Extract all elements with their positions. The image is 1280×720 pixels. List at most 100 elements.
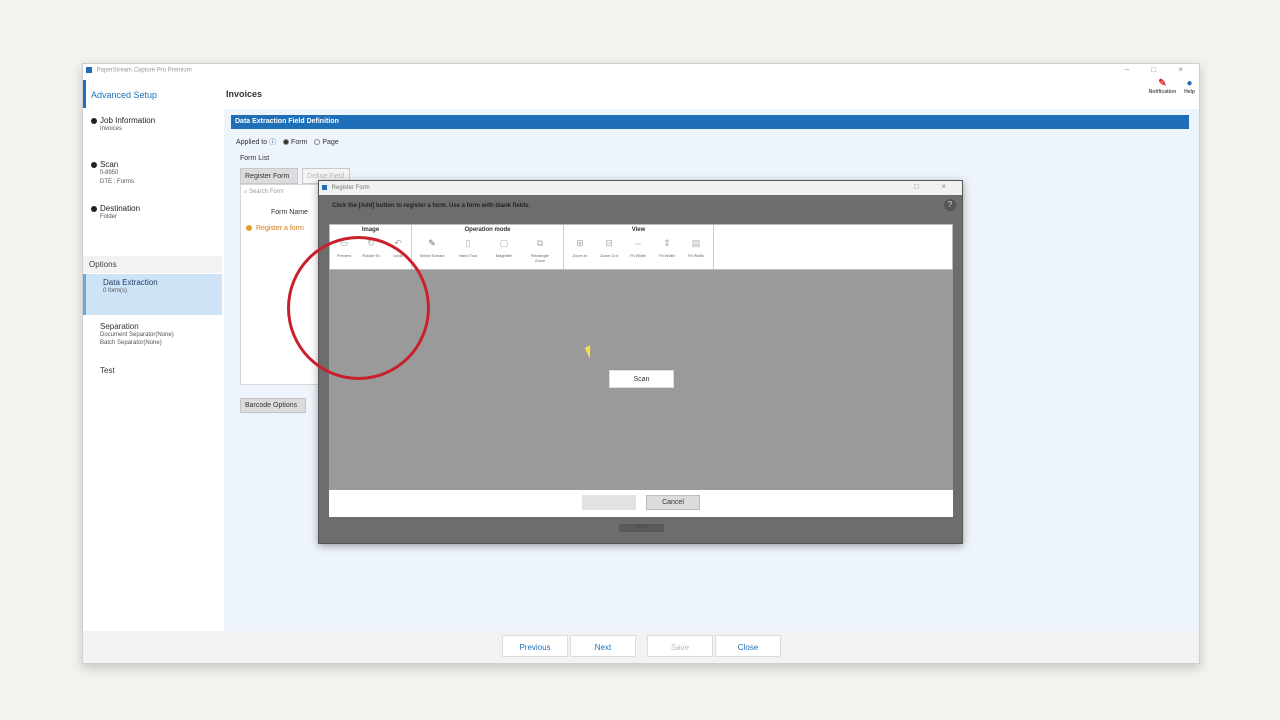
zoom-in-icon: ⊞ xyxy=(576,238,584,248)
register-form-dialog: Register Form □ × Click the [Add] button… xyxy=(318,180,963,544)
close-button[interactable]: Close xyxy=(715,635,781,657)
notification-icon: ✎ xyxy=(1158,78,1167,89)
step-dot-icon xyxy=(91,205,97,212)
option-sub: Batch Separator(None) xyxy=(100,340,162,346)
zoom-out-icon: ⊟ xyxy=(605,238,613,248)
hand-icon: ▯ xyxy=(465,238,471,248)
magnifier-button[interactable]: ▢ Magnifier xyxy=(490,238,518,258)
step-dot-icon xyxy=(91,161,97,168)
zoom-in-button[interactable]: ⊞ Zoom In xyxy=(566,238,594,258)
step-label: Scan xyxy=(100,160,119,169)
ribbon-toolbar: Image ▭ Preview ↻ Rotate 90 ↶ Undo Operatio… xyxy=(329,224,953,270)
dialog-instruction: Click the [Add] button to register a for… xyxy=(332,203,531,209)
applied-to-row: Applied to ⓘ Form Page xyxy=(236,137,339,147)
fit-width-button-2[interactable]: ⇕ Fit Width xyxy=(653,238,681,258)
step-sub: Folder xyxy=(100,214,118,220)
sidebar: Advanced Setup Job Information Invoices … xyxy=(83,76,222,631)
search-form-input[interactable]: ⌕ Search Form xyxy=(244,189,284,196)
step-scan[interactable]: Scan fi-8950 DTE : Forms xyxy=(91,160,134,187)
group-title-operation: Operation mode xyxy=(464,227,511,233)
option-label: Separation xyxy=(100,322,139,331)
sidebar-header[interactable]: Advanced Setup xyxy=(83,80,222,108)
dialog-window-controls[interactable]: □ × xyxy=(914,182,956,191)
applied-to-label: Applied to xyxy=(236,139,268,146)
select-icon: ✎ xyxy=(428,238,436,248)
ribbon-label: Hand Tool xyxy=(459,253,477,258)
step-label: Job Information xyxy=(100,116,156,125)
page-title: Invoices ✎ Notification ● Help xyxy=(224,76,1199,109)
dialog-title-bar: Register Form □ × xyxy=(319,181,962,195)
ribbon-label: Rectangle Zoom xyxy=(530,253,549,263)
step-dot-icon xyxy=(91,117,97,124)
step-job-information[interactable]: Job Information Invoices xyxy=(91,116,155,134)
radio-page-label: Page xyxy=(322,139,339,146)
cancel-button[interactable]: Cancel xyxy=(646,495,700,510)
magnifier-icon: ▢ xyxy=(499,238,509,248)
fit-width-button-3[interactable]: ▤ Fit Width xyxy=(682,238,710,258)
form-list-label: Form List xyxy=(240,155,270,162)
ribbon-label: Magnifier xyxy=(495,253,513,258)
dialog-app-icon xyxy=(322,185,327,190)
option-label: Test xyxy=(100,366,115,375)
ribbon-label: Zoom Out xyxy=(600,253,618,258)
previous-button[interactable]: Previous xyxy=(502,635,568,657)
option-sub: Document Separator(None) xyxy=(100,332,174,338)
app-icon xyxy=(86,67,92,73)
fit-width-icon: ⇔ xyxy=(633,238,643,248)
radio-page[interactable] xyxy=(314,139,321,146)
notification-label: Notification xyxy=(1148,89,1177,95)
ribbon-label: Fit Width xyxy=(630,253,646,258)
zoom-status: 100% xyxy=(619,524,664,532)
dialog-help-icon[interactable]: ? xyxy=(944,199,956,211)
info-icon: ⓘ xyxy=(269,139,277,146)
help-label: Help xyxy=(1184,89,1195,95)
next-button[interactable]: Next xyxy=(570,635,636,657)
window-title: PaperStream Capture Pro Premium xyxy=(96,67,192,74)
step-sub: Invoices xyxy=(100,126,123,132)
window-controls[interactable]: – □ × xyxy=(1125,65,1193,74)
top-icons: ✎ Notification ● Help xyxy=(1149,78,1195,95)
notification-button[interactable]: ✎ Notification xyxy=(1149,78,1177,95)
mouse-cursor-icon xyxy=(584,345,596,359)
radio-form[interactable] xyxy=(283,139,290,146)
help-icon: ● xyxy=(1186,78,1193,89)
ok-button[interactable] xyxy=(582,495,636,510)
select-extract-button[interactable]: ✎ Select Extract xyxy=(418,238,446,258)
group-title-image: Image xyxy=(361,227,380,233)
scan-button[interactable]: Scan xyxy=(609,370,674,388)
ribbon-label: Fit Width xyxy=(688,253,704,258)
ribbon-group-operation: Operation mode ✎ Select Extract ▯ Hand Too… xyxy=(412,225,564,269)
page-title-text: Invoices xyxy=(226,89,263,99)
help-button[interactable]: ● Help xyxy=(1184,78,1195,95)
hand-tool-button[interactable]: ▯ Hand Tool xyxy=(454,238,482,258)
option-label: Data Extraction xyxy=(103,278,158,287)
step-label: Destination xyxy=(100,204,141,213)
ribbon-label: Zoom In xyxy=(572,253,588,258)
dialog-title: Register Form xyxy=(331,185,370,192)
register-item-label: Register a form xyxy=(256,225,304,232)
option-test[interactable]: Test xyxy=(83,366,222,375)
ribbon-group-view: View ⊞ Zoom In ⊟ Zoom Out ⇔ Fit Width ⇕ Fit … xyxy=(564,225,714,269)
step-sub: DTE : Forms xyxy=(100,179,134,185)
footer-bar: Previous Next Save Close xyxy=(83,631,1199,663)
step-sub: fi-8950 xyxy=(100,170,119,176)
step-destination[interactable]: Destination Folder xyxy=(91,204,140,222)
radio-form-label: Form xyxy=(291,139,308,146)
fit-width-button[interactable]: ⇔ Fit Width xyxy=(624,238,652,258)
zoom-out-button[interactable]: ⊟ Zoom Out xyxy=(595,238,623,258)
register-form-item[interactable]: Register a form xyxy=(246,225,304,232)
warning-icon xyxy=(246,225,252,232)
ribbon-label: Select Extract xyxy=(419,253,445,258)
option-data-extraction[interactable]: Data Extraction 0 form(s) xyxy=(83,274,222,315)
option-separation[interactable]: Separation Document Separator(None) Batc… xyxy=(83,322,222,347)
ribbon-label: Fit Width xyxy=(659,253,675,258)
fit-page-icon: ▤ xyxy=(691,238,701,248)
form-name-header: Form Name xyxy=(271,209,308,216)
barcode-options-button[interactable]: Barcode Options xyxy=(240,398,306,413)
rectangle-zoom-button[interactable]: ⧉ Rectangle Zoom xyxy=(526,238,554,263)
register-form-tab[interactable]: Register Form xyxy=(240,168,298,184)
save-button[interactable]: Save xyxy=(647,635,713,657)
title-bar: PaperStream Capture Pro Premium – □ × xyxy=(83,64,1199,76)
options-header: Options xyxy=(83,256,222,273)
dialog-footer: Cancel xyxy=(329,490,953,517)
